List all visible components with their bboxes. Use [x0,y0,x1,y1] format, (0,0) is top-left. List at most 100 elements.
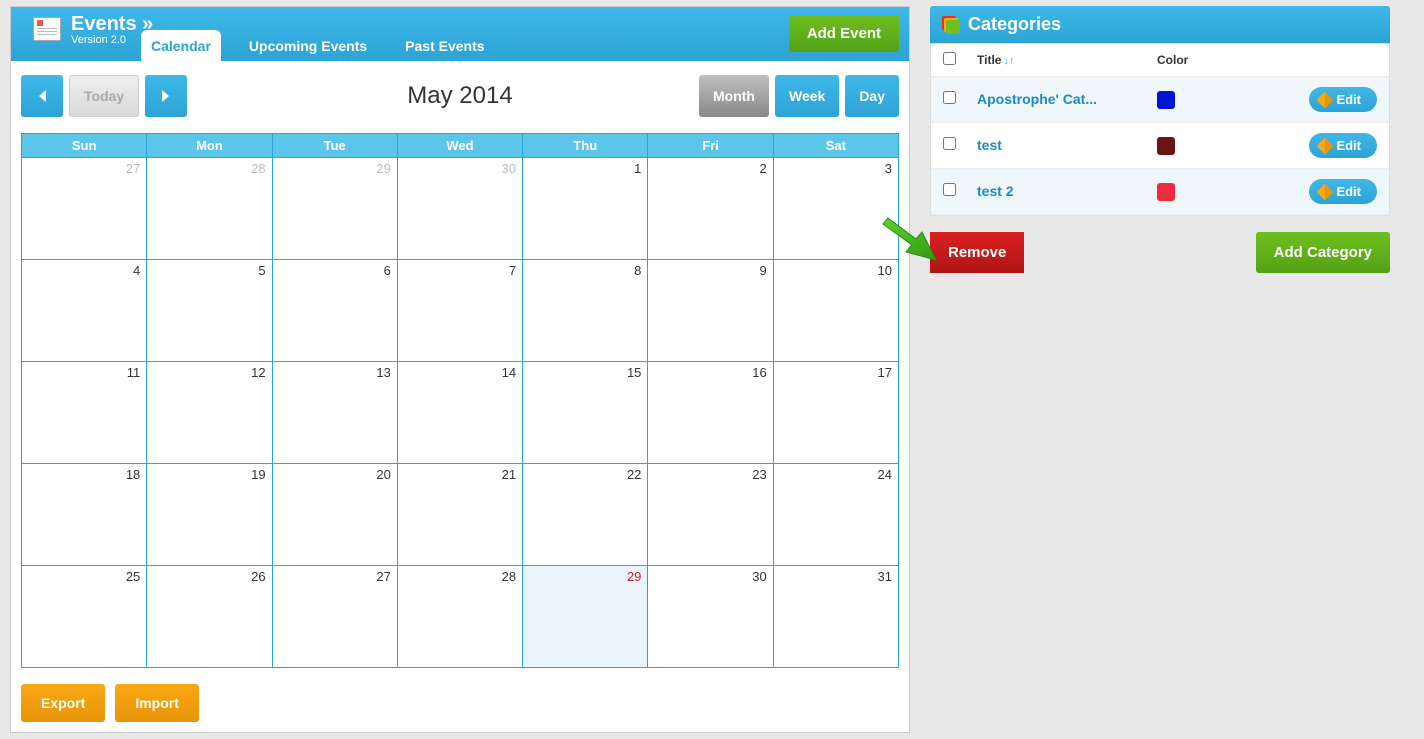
calendar-day[interactable]: 12 [147,362,272,464]
day-number: 5 [258,263,265,278]
view-day-button[interactable]: Day [845,75,899,117]
today-button[interactable]: Today [69,75,139,117]
day-number: 29 [376,161,390,176]
category-title-link[interactable]: Apostrophe' Cat... [977,91,1097,107]
calendar-day[interactable]: 14 [397,362,522,464]
calendar-day[interactable]: 25 [22,566,147,668]
calendar-day[interactable]: 30 [397,158,522,260]
categories-title: Categories [968,14,1061,35]
tab-upcoming-events[interactable]: Upcoming Events [239,30,377,61]
calendar-day[interactable]: 20 [272,464,397,566]
add-event-button[interactable]: Add Event [789,15,899,52]
calendar-day[interactable]: 27 [272,566,397,668]
day-number: 13 [376,365,390,380]
day-number: 14 [502,365,516,380]
day-number: 1 [634,161,641,176]
edit-category-button[interactable]: Edit [1309,87,1377,112]
calendar-day[interactable]: 11 [22,362,147,464]
calendar-day[interactable]: 31 [773,566,898,668]
day-number: 3 [885,161,892,176]
calendar-day[interactable]: 5 [147,260,272,362]
prev-month-button[interactable] [21,75,63,117]
day-number: 20 [376,467,390,482]
calendar-day[interactable]: 6 [272,260,397,362]
calendar-day[interactable]: 28 [397,566,522,668]
sort-icon[interactable]: ↓↑ [1003,55,1014,67]
day-number: 26 [251,569,265,584]
events-header: Events » Version 2.0 CalendarUpcoming Ev… [11,7,909,61]
tab-calendar[interactable]: Calendar [141,30,221,61]
calendar-day[interactable]: 30 [648,566,773,668]
calendar-day[interactable]: 19 [147,464,272,566]
day-number: 19 [251,467,265,482]
weekday-thu: Thu [523,134,648,158]
pencil-icon [1317,91,1334,108]
col-title-label[interactable]: Title [977,53,1001,67]
day-number: 18 [126,467,140,482]
day-number: 28 [251,161,265,176]
col-color-label: Color [1157,53,1247,67]
calendar-day[interactable]: 9 [648,260,773,362]
calendar-day[interactable]: 27 [22,158,147,260]
color-swatch [1157,91,1175,109]
chevron-left-icon [35,88,49,104]
day-number: 28 [502,569,516,584]
calendar-day[interactable]: 29 [523,566,648,668]
category-checkbox[interactable] [943,137,956,150]
weekday-sun: Sun [22,134,147,158]
calendar-day[interactable]: 23 [648,464,773,566]
next-month-button[interactable] [145,75,187,117]
remove-category-button[interactable]: Remove [930,232,1024,273]
category-row: test Edit [931,123,1389,169]
day-number: 16 [752,365,766,380]
calendar-toolbar: Today May 2014 MonthWeekDay [11,61,909,127]
day-number: 31 [878,569,892,584]
categories-icon [942,16,960,34]
day-number: 4 [133,263,140,278]
calendar-day[interactable]: 18 [22,464,147,566]
day-number: 9 [759,263,766,278]
category-checkbox[interactable] [943,183,956,196]
calendar-day[interactable]: 24 [773,464,898,566]
day-number: 2 [759,161,766,176]
calendar-day[interactable]: 21 [397,464,522,566]
weekday-wed: Wed [397,134,522,158]
export-button[interactable]: Export [21,684,105,722]
calendar-day[interactable]: 1 [523,158,648,260]
calendar-day[interactable]: 2 [648,158,773,260]
calendar-day[interactable]: 8 [523,260,648,362]
import-button[interactable]: Import [115,684,199,722]
calendar-day[interactable]: 7 [397,260,522,362]
category-title-link[interactable]: test [977,137,1002,153]
pencil-icon [1317,183,1334,200]
categories-header: Categories [930,6,1390,43]
day-number: 27 [376,569,390,584]
calendar-day[interactable]: 10 [773,260,898,362]
calendar-app-icon [33,17,61,41]
calendar-day[interactable]: 4 [22,260,147,362]
add-category-button[interactable]: Add Category [1256,232,1390,273]
calendar-day[interactable]: 15 [523,362,648,464]
day-number: 29 [627,569,641,584]
category-check-all[interactable] [943,52,956,65]
view-month-button[interactable]: Month [699,75,769,117]
calendar-day[interactable]: 28 [147,158,272,260]
category-title-link[interactable]: test 2 [977,183,1014,199]
category-checkbox[interactable] [943,91,956,104]
day-number: 25 [126,569,140,584]
day-number: 7 [509,263,516,278]
calendar-day[interactable]: 16 [648,362,773,464]
day-number: 15 [627,365,641,380]
view-week-button[interactable]: Week [775,75,839,117]
category-row: Apostrophe' Cat... Edit [931,77,1389,123]
calendar-day[interactable]: 17 [773,362,898,464]
calendar-day[interactable]: 26 [147,566,272,668]
calendar-day[interactable]: 13 [272,362,397,464]
color-swatch [1157,137,1175,155]
calendar-day[interactable]: 22 [523,464,648,566]
tab-past-events[interactable]: Past Events [395,30,494,61]
day-number: 30 [752,569,766,584]
edit-category-button[interactable]: Edit [1309,133,1377,158]
edit-category-button[interactable]: Edit [1309,179,1377,204]
calendar-day[interactable]: 29 [272,158,397,260]
